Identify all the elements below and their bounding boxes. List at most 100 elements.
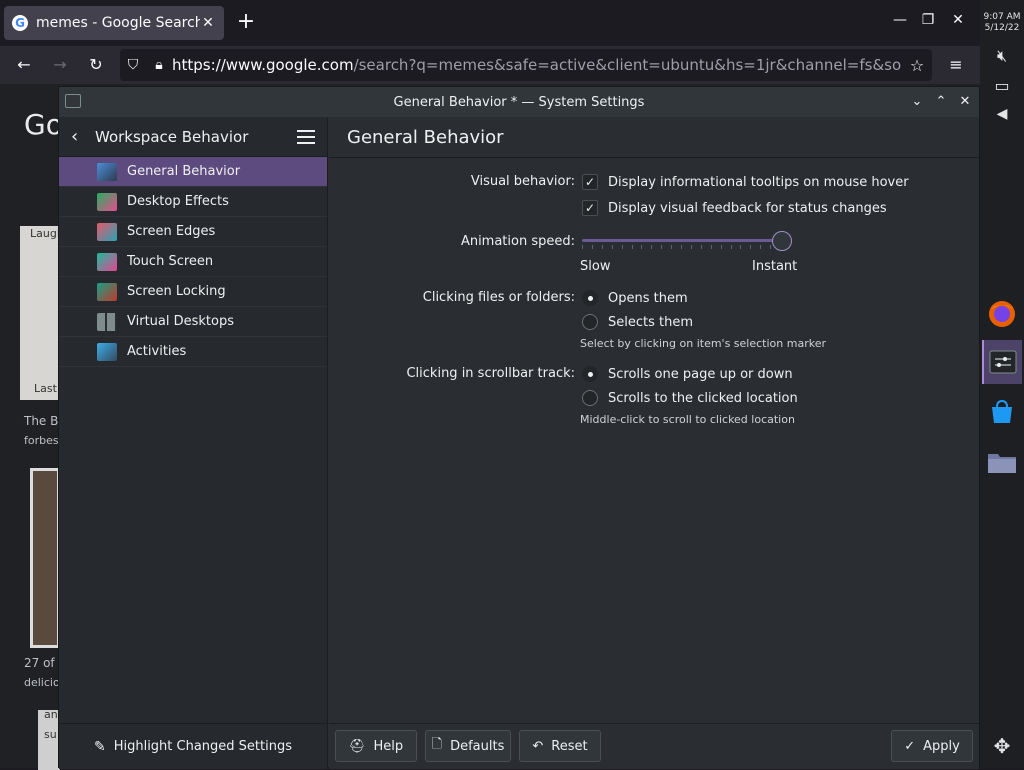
window-title: General Behavior * — System Settings bbox=[393, 94, 645, 110]
sidebar-item-label: Screen Edges bbox=[127, 224, 216, 239]
minimize-browser-icon[interactable]: — bbox=[890, 12, 910, 28]
reload-icon[interactable]: ↻ bbox=[84, 54, 108, 76]
slider-tick bbox=[612, 245, 613, 249]
slow-label: Slow bbox=[580, 259, 611, 274]
slider-tick bbox=[740, 245, 741, 249]
sidebar-item-activities[interactable]: Activities bbox=[59, 337, 327, 367]
sidebar-item-virtual-desktops[interactable]: Virtual Desktops bbox=[59, 307, 327, 337]
slider-tick bbox=[760, 245, 761, 249]
reset-button[interactable]: ↶ Reset bbox=[519, 730, 601, 762]
forward-icon[interactable]: → bbox=[48, 54, 72, 76]
animation-speed-slider[interactable] bbox=[580, 229, 798, 253]
app-menu-icon[interactable]: ≡ bbox=[944, 54, 968, 76]
radio-unselected-icon[interactable] bbox=[582, 314, 598, 330]
radio-selected-icon[interactable] bbox=[582, 366, 598, 382]
file-manager-icon[interactable] bbox=[982, 440, 1022, 484]
browser-tab[interactable]: G memes - Google Search ✕ bbox=[4, 6, 224, 40]
tab-title: memes - Google Search bbox=[36, 15, 200, 31]
sidebar-item-label: Desktop Effects bbox=[127, 194, 229, 209]
instant-label: Instant bbox=[752, 259, 798, 274]
tooltips-label[interactable]: Display informational tooltips on mouse … bbox=[608, 175, 909, 190]
opens-them-label[interactable]: Opens them bbox=[608, 291, 688, 306]
minimize-icon[interactable]: ⌄ bbox=[907, 92, 927, 112]
app-icon[interactable] bbox=[65, 94, 81, 108]
scroll-one-page-radio[interactable]: Scrolls one page up or down bbox=[582, 362, 793, 386]
slider-track[interactable] bbox=[582, 239, 780, 242]
selects-them-label[interactable]: Selects them bbox=[608, 315, 693, 330]
slider-tick bbox=[592, 245, 593, 249]
scroll-to-location-label[interactable]: Scrolls to the clicked location bbox=[608, 391, 798, 406]
sidebar-header: ‹ Workspace Behavior bbox=[59, 117, 327, 157]
sidebar-item-screen-locking[interactable]: Screen Locking bbox=[59, 277, 327, 307]
slider-tick bbox=[681, 245, 682, 249]
volume-muted-icon[interactable]: 🔇︎ bbox=[980, 46, 1024, 66]
google-favicon-icon: G bbox=[12, 15, 28, 31]
url-path: /search?q=memes&safe=active&client=ubunt… bbox=[353, 56, 902, 74]
slider-handle[interactable] bbox=[772, 231, 792, 251]
restore-browser-icon[interactable]: ❐ bbox=[918, 12, 938, 28]
close-tab-icon[interactable]: ✕ bbox=[200, 15, 216, 31]
snippet-text: delicio bbox=[24, 676, 60, 689]
selects-them-radio[interactable]: Selects them bbox=[582, 310, 693, 334]
undo-icon: ↶ bbox=[532, 738, 544, 754]
system-settings-task-icon[interactable] bbox=[982, 340, 1022, 384]
scroll-to-location-radio[interactable]: Scrolls to the clicked location bbox=[582, 386, 798, 410]
panel-options-icon[interactable]: ✥ bbox=[980, 734, 1024, 758]
back-icon[interactable]: ← bbox=[12, 54, 36, 76]
snippet-text: forbes bbox=[24, 434, 59, 447]
discover-store-icon[interactable] bbox=[982, 390, 1022, 434]
clock[interactable]: 9:07 AM 5/12/22 bbox=[980, 12, 1024, 34]
sidebar: ‹ Workspace Behavior General Behavior De… bbox=[59, 117, 328, 769]
close-icon[interactable]: ✕ bbox=[955, 92, 975, 112]
visual-feedback-checkbox[interactable]: ✓ Display visual feedback for status cha… bbox=[582, 196, 887, 220]
sidebar-item-screen-edges[interactable]: Screen Edges bbox=[59, 217, 327, 247]
radio-selected-icon[interactable] bbox=[582, 290, 598, 306]
checkmark-icon[interactable]: ✓ bbox=[582, 200, 598, 216]
highlight-changed-settings-button[interactable]: ✎ Highlight Changed Settings bbox=[59, 723, 327, 769]
slider-tick bbox=[701, 245, 702, 249]
shield-icon[interactable]: ⛉ bbox=[120, 57, 146, 73]
snippet-text: su bbox=[44, 728, 57, 741]
back-icon[interactable]: ‹ bbox=[71, 126, 93, 147]
slider-tick bbox=[582, 245, 583, 249]
clock-time: 9:07 AM bbox=[983, 12, 1021, 22]
visual-feedback-label[interactable]: Display visual feedback for status chang… bbox=[608, 201, 887, 216]
maximize-icon[interactable]: ⌃ bbox=[931, 92, 951, 112]
firefox-task-icon[interactable] bbox=[982, 292, 1022, 336]
reset-label: Reset bbox=[551, 738, 588, 754]
expand-tray-icon[interactable]: ◀ bbox=[980, 106, 1024, 122]
radio-unselected-icon[interactable] bbox=[582, 390, 598, 406]
display-icon[interactable]: ▭ bbox=[980, 76, 1024, 95]
sidebar-item-desktop-effects[interactable]: Desktop Effects bbox=[59, 187, 327, 217]
result-image[interactable] bbox=[20, 226, 60, 400]
result-image[interactable] bbox=[30, 468, 60, 648]
tooltips-checkbox[interactable]: ✓ Display informational tooltips on mous… bbox=[582, 170, 909, 194]
url-bar[interactable]: ⛉ 🔒︎ https://www.google.com/search?q=mem… bbox=[120, 49, 932, 81]
close-browser-icon[interactable]: ✕ bbox=[948, 12, 968, 28]
slider-tick bbox=[651, 245, 652, 249]
visual-feedback-row: ✓ Display visual feedback for status cha… bbox=[329, 196, 979, 220]
sidebar-item-general-behavior[interactable]: General Behavior bbox=[59, 157, 327, 187]
scroll-one-page-label[interactable]: Scrolls one page up or down bbox=[608, 367, 793, 382]
checkmark-icon[interactable]: ✓ bbox=[582, 174, 598, 190]
defaults-button[interactable]: 🗋 Defaults bbox=[425, 730, 511, 762]
checkmark-icon: ✓ bbox=[904, 738, 916, 754]
system-settings-window: General Behavior * — System Settings ⌄ ⌃… bbox=[58, 86, 980, 769]
window-titlebar[interactable]: General Behavior * — System Settings ⌄ ⌃… bbox=[59, 87, 979, 117]
defaults-label: Defaults bbox=[450, 738, 505, 754]
settings-page: General Behavior Visual behavior: ✓ Disp… bbox=[329, 117, 979, 769]
sidebar-item-label: General Behavior bbox=[127, 164, 241, 179]
hamburger-menu-icon[interactable] bbox=[297, 129, 315, 144]
sidebar-item-touch-screen[interactable]: Touch Screen bbox=[59, 247, 327, 277]
help-button[interactable]: ⛑ Help bbox=[335, 730, 417, 762]
url-text[interactable]: https://www.google.com/search?q=memes&sa… bbox=[172, 56, 902, 74]
opens-them-radio[interactable]: Opens them bbox=[582, 286, 688, 310]
lock-icon[interactable]: 🔒︎ bbox=[146, 57, 172, 73]
new-tab-button[interactable]: + bbox=[234, 10, 258, 34]
sidebar-title: Workspace Behavior bbox=[95, 127, 249, 146]
taskbar: 9:07 AM 5/12/22 🔇︎ ▭ ◀ ✥ bbox=[980, 0, 1024, 768]
scrollbar-track-label: Clicking in scrollbar track: bbox=[406, 366, 575, 381]
sidebar-item-label: Activities bbox=[127, 344, 187, 359]
apply-button[interactable]: ✓ Apply bbox=[891, 730, 973, 762]
bookmark-star-icon[interactable]: ☆ bbox=[902, 56, 932, 75]
